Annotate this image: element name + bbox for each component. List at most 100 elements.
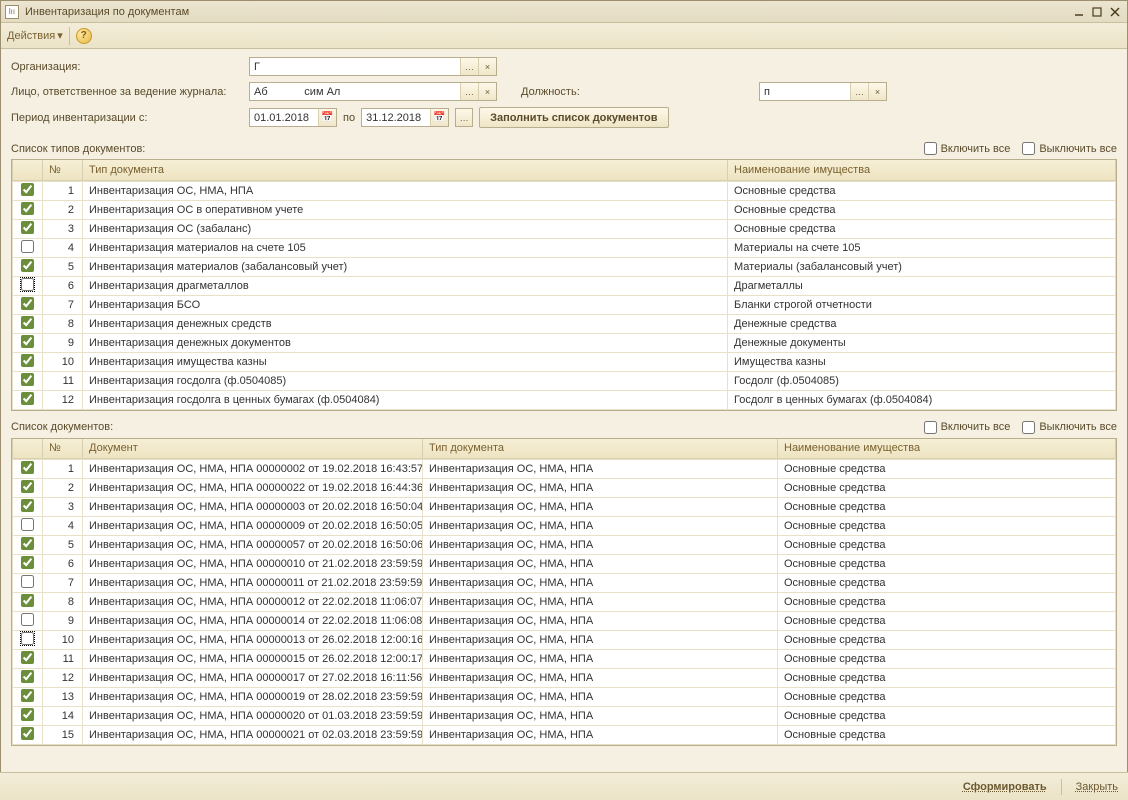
- close-link[interactable]: Закрыть: [1076, 781, 1118, 793]
- table-row[interactable]: 3Инвентаризация ОС, НМА, НПА 00000003 от…: [13, 498, 1116, 517]
- table-row[interactable]: 6Инвентаризация драгметалловДрагметаллы: [13, 276, 1116, 295]
- row-checkbox[interactable]: [21, 297, 34, 310]
- row-checkbox[interactable]: [21, 354, 34, 367]
- org-input[interactable]: [250, 58, 460, 75]
- types-col-name[interactable]: Наименование имущества: [728, 160, 1116, 180]
- row-checkbox[interactable]: [21, 575, 34, 588]
- table-row[interactable]: 12Инвентаризация ОС, НМА, НПА 00000017 о…: [13, 669, 1116, 688]
- help-icon[interactable]: ?: [76, 28, 92, 44]
- table-row[interactable]: 12Инвентаризация госдолга в ценных бумаг…: [13, 390, 1116, 409]
- row-checkbox[interactable]: [21, 278, 34, 291]
- docs-col-check[interactable]: [13, 439, 43, 459]
- disable-all-checkbox[interactable]: [1022, 421, 1035, 434]
- table-row[interactable]: 8Инвентаризация ОС, НМА, НПА 00000012 от…: [13, 593, 1116, 612]
- row-checkbox[interactable]: [21, 202, 34, 215]
- calendar-icon[interactable]: 📅: [318, 109, 336, 126]
- table-row[interactable]: 7Инвентаризация ОС, НМА, НПА 00000011 от…: [13, 574, 1116, 593]
- row-checkbox[interactable]: [21, 708, 34, 721]
- titlebar: lıı Инвентаризация по документам: [1, 1, 1127, 23]
- row-checkbox[interactable]: [21, 259, 34, 272]
- types-disable-all[interactable]: Выключить все: [1022, 142, 1117, 155]
- table-row[interactable]: 2Инвентаризация ОС в оперативном учетеОс…: [13, 200, 1116, 219]
- types-col-check[interactable]: [13, 160, 43, 180]
- docs-enable-all[interactable]: Включить все: [924, 421, 1011, 434]
- table-row[interactable]: 9Инвентаризация ОС, НМА, НПА 00000014 от…: [13, 612, 1116, 631]
- table-row[interactable]: 7Инвентаризация БСОБланки строгой отчетн…: [13, 295, 1116, 314]
- row-checkbox[interactable]: [21, 335, 34, 348]
- row-checkbox[interactable]: [21, 613, 34, 626]
- row-checkbox[interactable]: [21, 499, 34, 512]
- enable-all-checkbox[interactable]: [924, 142, 937, 155]
- row-checkbox[interactable]: [21, 316, 34, 329]
- row-checkbox[interactable]: [21, 221, 34, 234]
- row-checkbox[interactable]: [21, 518, 34, 531]
- enable-all-checkbox[interactable]: [924, 421, 937, 434]
- table-row[interactable]: 1Инвентаризация ОС, НМА, НПАОсновные сре…: [13, 181, 1116, 200]
- row-type: Инвентаризация имущества казны: [83, 352, 728, 371]
- close-button[interactable]: [1107, 5, 1123, 19]
- table-row[interactable]: 1Инвентаризация ОС, НМА, НПА 00000002 от…: [13, 460, 1116, 479]
- date-to-input[interactable]: [362, 109, 430, 126]
- person-input[interactable]: [250, 83, 460, 100]
- clear-button[interactable]: ×: [868, 83, 886, 100]
- docs-col-name[interactable]: Наименование имущества: [778, 439, 1116, 459]
- app-icon: lıı: [5, 5, 19, 19]
- docs-table-body[interactable]: 1Инвентаризация ОС, НМА, НПА 00000002 от…: [12, 459, 1116, 745]
- row-checkbox[interactable]: [21, 727, 34, 740]
- table-row[interactable]: 14Инвентаризация ОС, НМА, НПА 00000020 о…: [13, 707, 1116, 726]
- types-enable-all[interactable]: Включить все: [924, 142, 1011, 155]
- row-num: 11: [43, 650, 83, 669]
- row-checkbox[interactable]: [21, 183, 34, 196]
- row-checkbox[interactable]: [21, 537, 34, 550]
- table-row[interactable]: 10Инвентаризация ОС, НМА, НПА 00000013 о…: [13, 631, 1116, 650]
- date-from-input[interactable]: [250, 109, 318, 126]
- row-checkbox[interactable]: [21, 556, 34, 569]
- row-checkbox[interactable]: [21, 461, 34, 474]
- row-checkbox[interactable]: [21, 480, 34, 493]
- row-checkbox[interactable]: [21, 670, 34, 683]
- maximize-button[interactable]: [1089, 5, 1105, 19]
- fill-docs-button[interactable]: Заполнить список документов: [479, 107, 668, 128]
- row-checkbox[interactable]: [21, 689, 34, 702]
- table-row[interactable]: 5Инвентаризация ОС, НМА, НПА 00000057 от…: [13, 536, 1116, 555]
- lookup-button[interactable]: …: [460, 83, 478, 100]
- position-input-wrap: … ×: [759, 82, 887, 101]
- table-row[interactable]: 4Инвентаризация материалов на счете 105М…: [13, 238, 1116, 257]
- row-checkbox[interactable]: [21, 373, 34, 386]
- types-col-type[interactable]: Тип документа: [83, 160, 728, 180]
- table-row[interactable]: 8Инвентаризация денежных средствДенежные…: [13, 314, 1116, 333]
- minimize-button[interactable]: [1071, 5, 1087, 19]
- docs-col-type[interactable]: Тип документа: [423, 439, 778, 459]
- docs-col-num[interactable]: №: [43, 439, 83, 459]
- lookup-button[interactable]: …: [850, 83, 868, 100]
- table-row[interactable]: 15Инвентаризация ОС, НМА, НПА 00000021 о…: [13, 726, 1116, 745]
- table-row[interactable]: 4Инвентаризация ОС, НМА, НПА 00000009 от…: [13, 517, 1116, 536]
- row-checkbox[interactable]: [21, 392, 34, 405]
- lookup-button[interactable]: …: [460, 58, 478, 75]
- row-checkbox[interactable]: [21, 632, 34, 645]
- clear-button[interactable]: ×: [478, 58, 496, 75]
- docs-col-doc[interactable]: Документ: [83, 439, 423, 459]
- generate-button[interactable]: Сформировать: [963, 781, 1047, 793]
- calendar-icon[interactable]: 📅: [430, 109, 448, 126]
- table-row[interactable]: 11Инвентаризация госдолга (ф.0504085)Гос…: [13, 371, 1116, 390]
- types-table-body[interactable]: 1Инвентаризация ОС, НМА, НПАОсновные сре…: [12, 181, 1116, 410]
- disable-all-checkbox[interactable]: [1022, 142, 1035, 155]
- position-input[interactable]: [760, 83, 850, 100]
- period-more-button[interactable]: …: [455, 108, 473, 127]
- table-row[interactable]: 13Инвентаризация ОС, НМА, НПА 00000019 о…: [13, 688, 1116, 707]
- table-row[interactable]: 3Инвентаризация ОС (забаланс)Основные ср…: [13, 219, 1116, 238]
- table-row[interactable]: 5Инвентаризация материалов (забалансовый…: [13, 257, 1116, 276]
- row-checkbox[interactable]: [21, 240, 34, 253]
- table-row[interactable]: 6Инвентаризация ОС, НМА, НПА 00000010 от…: [13, 555, 1116, 574]
- table-row[interactable]: 9Инвентаризация денежных документовДенеж…: [13, 333, 1116, 352]
- row-checkbox[interactable]: [21, 594, 34, 607]
- types-col-num[interactable]: №: [43, 160, 83, 180]
- actions-menu[interactable]: Действия ▾: [7, 29, 63, 42]
- docs-disable-all[interactable]: Выключить все: [1022, 421, 1117, 434]
- table-row[interactable]: 11Инвентаризация ОС, НМА, НПА 00000015 о…: [13, 650, 1116, 669]
- table-row[interactable]: 10Инвентаризация имущества казныИмуществ…: [13, 352, 1116, 371]
- table-row[interactable]: 2Инвентаризация ОС, НМА, НПА 00000022 от…: [13, 479, 1116, 498]
- clear-button[interactable]: ×: [478, 83, 496, 100]
- row-checkbox[interactable]: [21, 651, 34, 664]
